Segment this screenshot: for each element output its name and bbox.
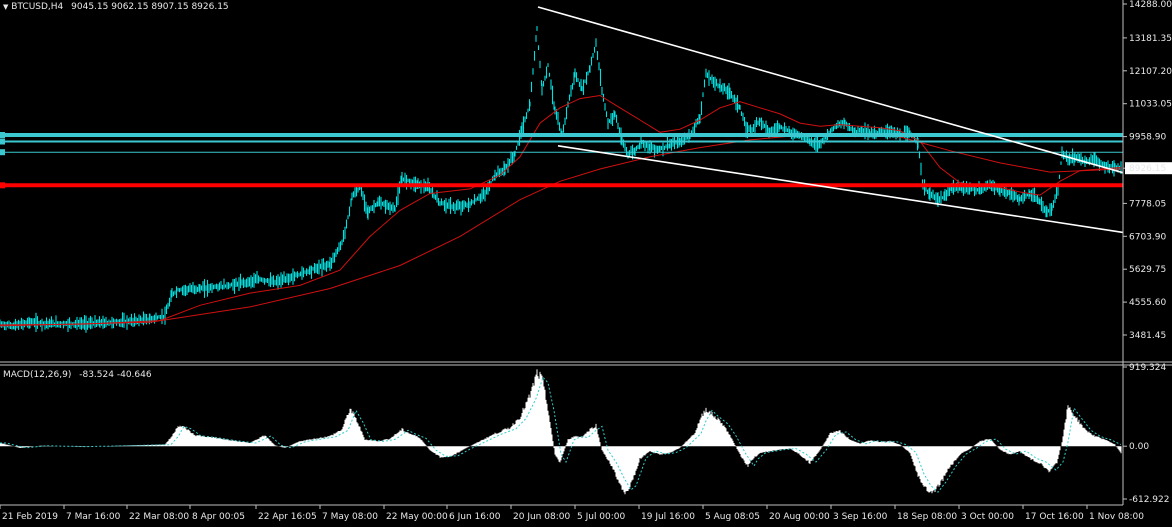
time-tick-label-11: 5 Aug 08:05 [705, 512, 760, 522]
macd-header: MACD(12,26,9) -83.524 -40.646 [3, 370, 152, 380]
macd-main-value: -83.524 [79, 370, 114, 380]
price-tick-label-8: 5629.75 [1129, 265, 1166, 275]
price-header: ▼ BTCUSD,H4 9045.15 9062.15 8907.15 8926… [3, 2, 229, 12]
level-handle-3[interactable] [0, 182, 5, 189]
symbol-label: BTCUSD,H4 [11, 2, 64, 12]
price-tick-label-0: 14288.00 [1129, 0, 1172, 10]
price-tick-label-4: 9958.90 [1129, 133, 1166, 143]
open-value: 9045.15 [71, 2, 109, 12]
time-tick-label-10: 19 Jul 16:00 [641, 512, 695, 522]
time-tick-label-15: 3 Oct 00:00 [961, 512, 1014, 522]
high-value: 9062.15 [111, 2, 149, 12]
price-tick-label-9: 4555.60 [1129, 298, 1166, 308]
macd-tick-label-1: 0.00 [1129, 442, 1149, 452]
macd-label: MACD(12,26,9) [3, 370, 72, 380]
price-tick-label-3: 11033.05 [1129, 100, 1172, 110]
price-tick-label-2: 12107.20 [1129, 67, 1172, 77]
time-tick-label-3: 8 Apr 00:05 [192, 512, 245, 522]
time-tick-label-16: 17 Oct 16:00 [1025, 512, 1084, 522]
time-tick-label-13: 3 Sep 16:00 [833, 512, 888, 522]
time-tick-label-7: 6 Jun 16:00 [449, 512, 501, 522]
price-tick-label-1: 13181.35 [1129, 34, 1172, 44]
price-tick-label-7: 6703.90 [1129, 232, 1166, 242]
time-tick-label-14: 18 Sep 08:00 [897, 512, 957, 522]
level-handle-2[interactable] [0, 149, 5, 156]
time-tick-label-1: 7 Mar 16:00 [66, 512, 121, 522]
macd-signal-value: -40.646 [116, 370, 152, 380]
close-value: 8926.15 [191, 2, 229, 12]
low-value: 8907.15 [151, 2, 189, 12]
chart-canvas[interactable]: 14288.00 13181.35 12107.20 11033.05 9958.90 8… [0, 0, 1172, 527]
level-handle-1[interactable] [0, 138, 5, 145]
time-tick-label-6: 22 May 00:00 [386, 512, 448, 522]
price-tick-label-5: 8926.15 [1129, 164, 1166, 174]
time-tick-label-5: 7 May 08:00 [322, 512, 378, 522]
price-tick-label-6: 7778.05 [1129, 199, 1166, 209]
time-tick-label-9: 5 Jul 00:00 [577, 512, 626, 522]
time-tick-label-2: 22 Mar 08:00 [129, 512, 189, 522]
time-tick-label-0: 21 Feb 2019 [2, 512, 58, 522]
price-tick-label-10: 3481.45 [1129, 331, 1166, 341]
macd-tick-label-2: -612.922 [1129, 495, 1169, 505]
level-handle-0[interactable] [0, 132, 5, 138]
time-tick-label-8: 20 Jun 08:00 [513, 512, 570, 522]
time-tick-label-12: 20 Aug 00:00 [769, 512, 830, 522]
collapse-triangle-icon[interactable]: ▼ [3, 3, 8, 11]
macd-tick-label-0: 919.324 [1129, 363, 1166, 373]
time-tick-label-17: 1 Nov 08:00 [1089, 512, 1144, 522]
time-tick-label-4: 22 Apr 16:05 [258, 512, 317, 522]
